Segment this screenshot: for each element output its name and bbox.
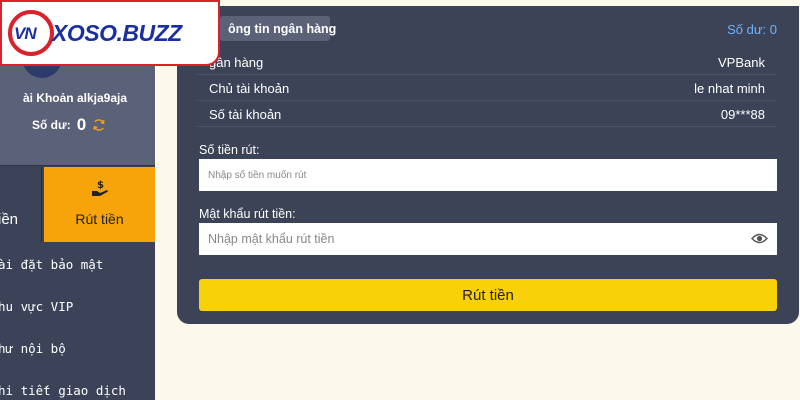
account-number-value: 09***88 [720, 107, 765, 122]
menu-internal-mail[interactable]: hư nội bộ [0, 327, 155, 369]
balance-value: 0 [76, 115, 87, 134]
account-name: ài Khoản alkja9aja [22, 91, 128, 105]
money-hand-icon: $ [91, 179, 109, 202]
amount-label: Số tiền rút: [199, 143, 260, 157]
sidebar-balance: Số dư: 0 [32, 115, 106, 135]
balance-label: Số dư: [32, 118, 71, 132]
withdraw-tile[interactable]: $ Rút tiền [44, 167, 155, 242]
menu-security-settings[interactable]: ài đặt bảo mật [0, 243, 155, 285]
logo-wordmark: XOSO.BUZZ [52, 20, 182, 46]
panel-balance: Số dư: 0 [727, 22, 777, 37]
withdraw-tile-label: Rút tiền [75, 211, 124, 227]
bank-info-tab[interactable]: ông tin ngân hàng [220, 16, 336, 41]
refresh-icon[interactable] [92, 118, 106, 132]
account-holder-value: le nhat minh [694, 81, 765, 96]
eye-icon[interactable] [751, 232, 768, 250]
menu-vip-area[interactable]: hu vực VIP [0, 285, 155, 327]
withdraw-password-input[interactable] [199, 223, 777, 255]
account-number-label: Số tài khoản [209, 107, 282, 122]
amount-input[interactable] [199, 159, 777, 191]
account-number-row: Số tài khoản 09***88 [197, 101, 777, 127]
deposit-tile[interactable]: iền [0, 167, 42, 242]
menu-transaction-details[interactable]: hi tiết giao dịch [0, 369, 155, 400]
menu-label: ài đặt bảo mật [0, 257, 104, 272]
bank-name-value: VPBank [718, 55, 765, 70]
deposit-tile-label: iền [0, 211, 19, 228]
logo-emblem-text: VN [14, 24, 37, 43]
withdraw-submit-button[interactable]: Rút tiền [199, 279, 777, 311]
site-logo[interactable]: VN XOSO.BUZZ [0, 0, 220, 66]
svg-text:$: $ [97, 180, 104, 191]
password-label: Mật khẩu rút tiền: [199, 207, 296, 221]
logo-emblem: VN [8, 10, 54, 56]
account-holder-label: Chủ tài khoản [209, 81, 290, 96]
account-holder-row: Chủ tài khoản le nhat minh [197, 75, 777, 101]
menu-label: hư nội bộ [0, 341, 66, 356]
menu-label: hu vực VIP [0, 299, 74, 314]
menu-label: hi tiết giao dịch [0, 383, 126, 398]
bank-name-row: gân hàng VPBank [197, 49, 777, 75]
